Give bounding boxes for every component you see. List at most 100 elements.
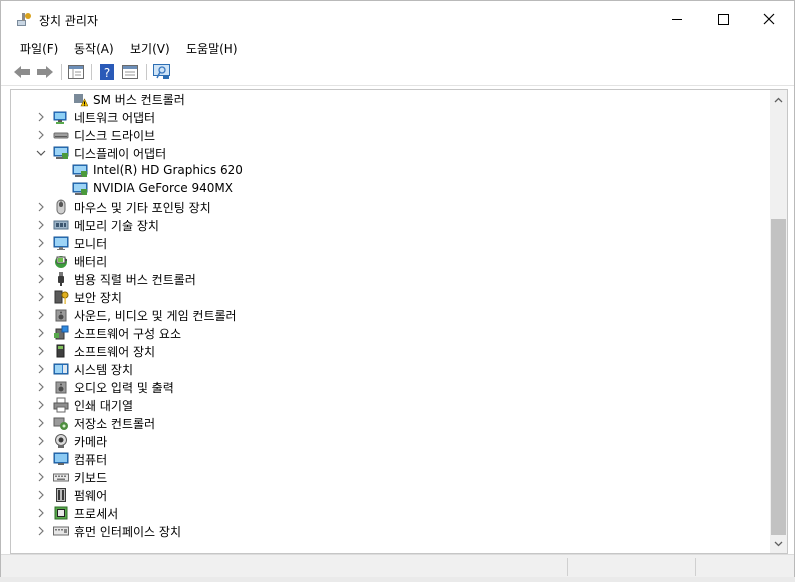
tree-expander-collapsed[interactable] <box>35 327 47 339</box>
tree-expander-collapsed[interactable] <box>35 291 47 303</box>
storage-controller-icon <box>53 417 68 430</box>
tree-row[interactable]: 카메라 <box>11 432 766 450</box>
tree-item-label: 저장소 컨트롤러 <box>74 417 156 431</box>
tree-item-label: 키보드 <box>74 471 108 485</box>
security-key-icon <box>54 290 69 304</box>
tree-row[interactable]: 사운드, 비디오 및 게임 컨트롤러 <box>11 306 766 324</box>
tree-row[interactable]: 소프트웨어 장치 <box>11 342 766 360</box>
monitor-icon <box>53 236 69 250</box>
tree-row[interactable]: Intel(R) HD Graphics 620 <box>11 162 766 180</box>
tree-expander-collapsed[interactable] <box>35 525 47 537</box>
close-button[interactable] <box>746 1 792 37</box>
maximize-button[interactable] <box>700 1 746 37</box>
menu-view[interactable]: 보기(V) <box>128 40 172 57</box>
background-strip <box>0 577 795 582</box>
back-button[interactable] <box>13 63 31 81</box>
vertical-scrollbar[interactable] <box>770 90 787 553</box>
show-hide-console-tree-icon <box>68 65 84 79</box>
chevron-right-icon <box>38 202 44 212</box>
chevron-right-icon <box>38 220 44 230</box>
close-icon <box>763 13 775 25</box>
tree-expander-collapsed[interactable] <box>35 399 47 411</box>
tree-row[interactable]: 네트워크 어댑터 <box>11 108 766 126</box>
tree-item-label: 디스크 드라이브 <box>74 129 156 143</box>
tree-row[interactable]: 오디오 입력 및 출력 <box>11 378 766 396</box>
tree-item-label: 모니터 <box>74 237 108 251</box>
tree-row[interactable]: 모니터 <box>11 234 766 252</box>
scroll-up-button[interactable] <box>770 91 787 108</box>
menu-file[interactable]: 파일(F) <box>18 40 60 57</box>
tree-row[interactable]: 저장소 컨트롤러 <box>11 414 766 432</box>
tree-row[interactable]: 펌웨어 <box>11 486 766 504</box>
chevron-right-icon <box>38 454 44 464</box>
tree-row[interactable]: 컴퓨터 <box>11 450 766 468</box>
scan-hardware-button[interactable] <box>153 63 171 81</box>
tree-expander-collapsed[interactable] <box>35 471 47 483</box>
tree-expander-collapsed[interactable] <box>35 363 47 375</box>
tree-row[interactable]: 마우스 및 기타 포인팅 장치 <box>11 198 766 216</box>
tree-expander-expanded[interactable] <box>35 147 47 159</box>
tree-expander-collapsed[interactable] <box>35 309 47 321</box>
software-device-icon <box>56 344 65 358</box>
tree-row[interactable]: 디스플레이 어댑터 <box>11 144 766 162</box>
tree-row[interactable]: SM 버스 컨트롤러 <box>11 90 766 108</box>
status-divider <box>567 558 568 576</box>
forward-button[interactable] <box>36 63 54 81</box>
scan-hardware-icon <box>153 64 170 79</box>
tree-expander-collapsed[interactable] <box>35 453 47 465</box>
menu-help[interactable]: 도움말(H) <box>184 40 240 57</box>
display-adapter-icon <box>53 146 69 159</box>
status-divider <box>695 558 696 576</box>
tree-expander-collapsed[interactable] <box>35 273 47 285</box>
minimize-button[interactable] <box>654 1 700 37</box>
tree-expander-collapsed[interactable] <box>35 111 47 123</box>
scroll-down-button[interactable] <box>770 535 787 552</box>
mouse-icon <box>56 199 66 215</box>
tree-row[interactable]: 배터리 <box>11 252 766 270</box>
tree-item-label: 인쇄 대기열 <box>74 399 134 413</box>
tree-expander-collapsed[interactable] <box>35 129 47 141</box>
chevron-right-icon <box>38 418 44 428</box>
tree-expander-collapsed[interactable] <box>35 381 47 393</box>
tree-expander-collapsed[interactable] <box>35 435 47 447</box>
tree-expander-collapsed[interactable] <box>35 489 47 501</box>
tree-expander-collapsed[interactable] <box>35 507 47 519</box>
tree-row[interactable]: 휴먼 인터페이스 장치 <box>11 522 766 540</box>
chevron-down-icon <box>774 541 783 546</box>
tree-item-label: 마우스 및 기타 포인팅 장치 <box>74 201 211 215</box>
tree-row[interactable]: NVIDIA GeForce 940MX <box>11 180 766 198</box>
warning-device-icon <box>74 94 88 107</box>
tree-expander-collapsed[interactable] <box>35 201 47 213</box>
menu-action[interactable]: 동작(A) <box>72 40 116 57</box>
tree-expander-collapsed[interactable] <box>35 237 47 249</box>
tree-row[interactable]: 메모리 기술 장치 <box>11 216 766 234</box>
tree-row[interactable]: 시스템 장치 <box>11 360 766 378</box>
toolbar: ? <box>1 59 794 86</box>
chevron-right-icon <box>38 328 44 338</box>
properties-button[interactable] <box>121 63 139 81</box>
tree-expander-collapsed[interactable] <box>35 345 47 357</box>
forward-arrow-icon <box>37 66 53 78</box>
show-hide-console-tree-button[interactable] <box>67 63 85 81</box>
tree-row[interactable]: 인쇄 대기열 <box>11 396 766 414</box>
tree-row[interactable]: 프로세서 <box>11 504 766 522</box>
menu-bar: 파일(F) 동작(A) 보기(V) 도움말(H) <box>1 37 794 59</box>
help-button[interactable]: ? <box>98 63 116 81</box>
tree-expander-collapsed[interactable] <box>35 219 47 231</box>
tree-item-label: 소프트웨어 장치 <box>74 345 156 359</box>
display-adapter-icon <box>72 182 88 195</box>
speaker-icon <box>55 381 67 394</box>
tree-row[interactable]: 디스크 드라이브 <box>11 126 766 144</box>
maximize-icon <box>717 13 729 25</box>
tree-row[interactable]: 키보드 <box>11 468 766 486</box>
tree-row[interactable]: 보안 장치 <box>11 288 766 306</box>
tree-expander-collapsed[interactable] <box>35 255 47 267</box>
tree-row[interactable]: 범용 직렬 버스 컨트롤러 <box>11 270 766 288</box>
printer-icon <box>53 397 69 413</box>
svg-text:?: ? <box>104 66 110 80</box>
scrollbar-thumb[interactable] <box>771 219 786 535</box>
tree-row[interactable]: 소프트웨어 구성 요소 <box>11 324 766 342</box>
chevron-right-icon <box>38 130 44 140</box>
chevron-right-icon <box>38 526 44 536</box>
tree-expander-collapsed[interactable] <box>35 417 47 429</box>
